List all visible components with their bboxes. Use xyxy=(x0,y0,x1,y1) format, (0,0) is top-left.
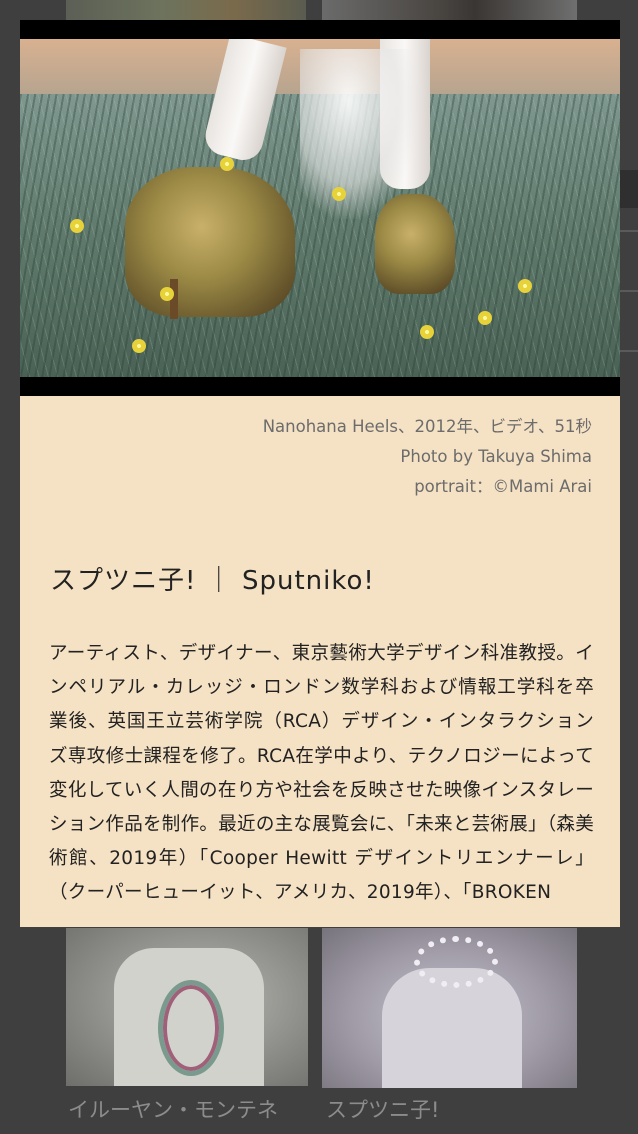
flower-icon xyxy=(420,325,434,339)
artist-card-caption[interactable]: スプツニ子! xyxy=(326,1094,439,1124)
tshirt-graphic xyxy=(158,980,224,1076)
caption-line: Photo by Takuya Shima xyxy=(400,447,592,466)
artist-bio: アーティスト、デザイナー、東京藝術大学デザイン科准教授。インペリアル・カレッジ・… xyxy=(49,643,594,904)
flower-icon xyxy=(332,187,346,201)
flower-icon xyxy=(518,279,532,293)
video-frame[interactable] xyxy=(20,20,620,396)
flower-icon xyxy=(478,311,492,325)
heel-shoe-image xyxy=(125,167,295,317)
side-panel xyxy=(620,170,638,440)
flower-icon xyxy=(70,219,84,233)
flower-icon xyxy=(132,339,146,353)
caption-line: portrait：©Mami Arai xyxy=(414,477,592,496)
tshirt-collar xyxy=(414,936,498,988)
artist-card-image[interactable] xyxy=(322,928,577,1088)
artwork-caption: Nanohana Heels、2012年、ビデオ、51秒 Photo by Ta… xyxy=(263,412,592,502)
artist-card-image[interactable] xyxy=(66,0,306,20)
artist-card-image[interactable] xyxy=(66,928,308,1086)
heel-shoe-image xyxy=(375,194,455,294)
artist-card-image[interactable] xyxy=(322,0,577,20)
artist-card-caption[interactable]: イルーヤン・モンテネ xyxy=(68,1094,308,1124)
artist-detail-modal[interactable]: Nanohana Heels、2012年、ビデオ、51秒 Photo by Ta… xyxy=(20,20,620,927)
artist-name-heading: スプツニ子! ｜ Sputniko! xyxy=(50,566,375,596)
flower-icon xyxy=(160,287,174,301)
flower-icon xyxy=(220,157,234,171)
artwork-image xyxy=(20,39,620,377)
caption-line: Nanohana Heels、2012年、ビデオ、51秒 xyxy=(262,417,592,436)
